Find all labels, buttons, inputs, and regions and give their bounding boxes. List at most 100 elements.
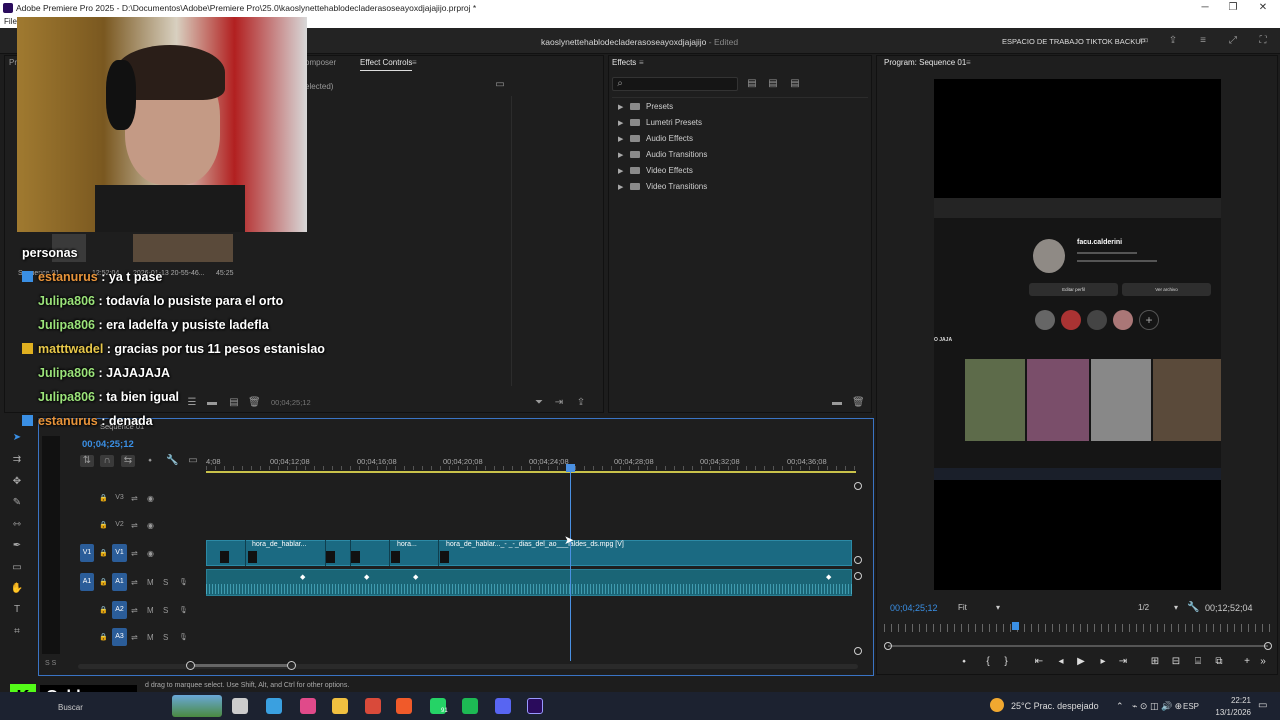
ripple-edit-tool[interactable]: ✥ (9, 474, 25, 490)
app-pink-icon[interactable] (300, 698, 316, 714)
delete-icon[interactable]: 🗑 (852, 397, 865, 409)
effects-folder-item[interactable]: ▶ Video Effects (618, 164, 858, 178)
snap-icon[interactable]: ∩ (100, 455, 114, 467)
sync-lock-icon[interactable]: ⇌ (131, 521, 138, 530)
effects-folder-item[interactable]: ▶ Presets (618, 100, 858, 114)
file-explorer-icon[interactable] (332, 698, 348, 714)
timeline-playhead-line[interactable] (570, 465, 571, 661)
mute-button[interactable]: M (147, 633, 154, 642)
eye-icon[interactable]: ◉ (147, 521, 154, 530)
rectangle-tool[interactable]: ▭ (9, 560, 25, 576)
tab-effects[interactable]: Effects (612, 56, 636, 70)
discord-icon[interactable] (495, 698, 511, 714)
hscroll-thumb[interactable] (186, 661, 296, 670)
track-toggle-v2[interactable]: V2 (112, 516, 127, 534)
step-forward-icon[interactable]: ▸ (1096, 656, 1110, 668)
clip-edit-point[interactable] (389, 540, 390, 566)
timeline-timecode[interactable]: 00;04;25;12 (82, 439, 134, 450)
step-back-icon[interactable]: ◂ (1054, 656, 1068, 668)
chevron-right-icon[interactable]: ▶ (618, 117, 624, 131)
track-toggle-a2[interactable]: A2 (112, 601, 127, 619)
program-playhead[interactable] (1012, 622, 1019, 630)
track-select-tool[interactable]: ⇉ (9, 452, 25, 468)
chevron-right-icon[interactable]: ▶ (618, 149, 624, 163)
fit-dropdown[interactable]: Fit ▾ (958, 601, 1004, 614)
program-menu-icon[interactable]: ≡ (966, 56, 971, 70)
clock-date[interactable]: 13/1/2026 (1201, 708, 1251, 717)
task-view-icon[interactable] (232, 698, 248, 714)
hand-tool[interactable]: ✋ (9, 581, 25, 597)
filter-icon[interactable]: ⏷ (533, 397, 545, 409)
effects-folder-item[interactable]: ▶ Audio Transitions (618, 148, 858, 162)
keyframe-icon[interactable]: ◆ (413, 573, 418, 581)
more-icon[interactable]: » (1256, 656, 1270, 668)
track-toggle-a3[interactable]: A3 (112, 628, 127, 646)
timeline-settings-icon[interactable]: 🔧 (166, 455, 178, 467)
effects-search-input[interactable] (612, 77, 738, 91)
type-tool[interactable]: T (9, 602, 25, 618)
add-button-icon[interactable]: + (1240, 656, 1254, 668)
lock-icon[interactable]: 🔒 (99, 606, 108, 614)
eye-icon[interactable]: ◉ (147, 494, 154, 503)
keyframe-icon[interactable]: ◆ (826, 573, 831, 581)
chevron-right-icon[interactable]: ▶ (618, 133, 624, 147)
toggle-timeline-icon[interactable]: ▭ (493, 79, 507, 91)
workspaces-icon[interactable]: ▭ (1137, 35, 1151, 47)
track-toggle-a1[interactable]: A1 (112, 573, 127, 591)
program-timecode[interactable]: 00;04;25;12 (890, 603, 938, 613)
compare-icon[interactable]: ⧉ (1212, 656, 1226, 668)
lock-icon[interactable]: 🔒 (99, 521, 108, 529)
chevron-right-icon[interactable]: ▶ (618, 165, 624, 179)
overwrite-icon[interactable]: ⊟ (1169, 656, 1183, 668)
add-marker-icon[interactable]: ⬩ (957, 656, 971, 668)
mute-button[interactable]: M (147, 606, 154, 615)
settings-wrench-icon[interactable]: 🔧 (1187, 602, 1199, 614)
expand-icon[interactable]: ⤢ (1226, 35, 1240, 47)
clip-edit-point[interactable] (325, 540, 326, 566)
bin-thumb-clip[interactable] (133, 234, 233, 262)
keyframe-icon[interactable]: ◆ (364, 573, 369, 581)
clip-edit-point[interactable] (438, 540, 439, 566)
32bit-effects-icon[interactable]: ▤ (766, 78, 780, 90)
input-language[interactable]: ESP (1183, 702, 1199, 711)
minimize-button[interactable]: ─ (1190, 0, 1220, 16)
mark-in-icon[interactable]: { (981, 656, 995, 668)
restore-button[interactable]: ❐ (1218, 0, 1248, 16)
brave-icon[interactable] (396, 698, 412, 714)
lock-icon[interactable]: 🔒 (99, 494, 108, 502)
caption-tool[interactable]: ⌗ (9, 624, 25, 640)
clock-time[interactable]: 22:21 (1211, 696, 1251, 705)
chrome-icon[interactable] (365, 698, 381, 714)
quality-dropdown[interactable]: 1/2 ▾ (1138, 601, 1182, 614)
mute-button[interactable]: M (147, 578, 154, 587)
tab-source[interactable]: Pr (9, 56, 17, 70)
clip-edit-point[interactable] (245, 540, 246, 566)
mic-icon[interactable]: 🎙 (179, 633, 188, 641)
sync-lock-icon[interactable]: ⇌ (131, 633, 138, 642)
go-to-out-icon[interactable]: ⇥ (1116, 656, 1130, 668)
eye-icon[interactable]: ◉ (147, 549, 154, 558)
timeline-playhead[interactable] (566, 464, 575, 472)
pen-tool[interactable]: ✒ (9, 538, 25, 554)
tray-chevron-icon[interactable]: ⌃ (1116, 701, 1124, 712)
track-source-patch[interactable]: V1 (80, 544, 94, 562)
new-bin-icon[interactable]: ▬ (831, 397, 843, 409)
insert-icon[interactable]: ⊞ (1148, 656, 1162, 668)
premiere-icon[interactable] (527, 698, 543, 714)
close-button[interactable]: ✕ (1248, 0, 1278, 16)
effects-folder-item[interactable]: ▶ Audio Effects (618, 132, 858, 146)
sync-lock-icon[interactable]: ⇌ (131, 549, 138, 558)
keyframe-icon[interactable]: ◆ (300, 573, 305, 581)
track-source-patch[interactable]: A1 (80, 573, 94, 591)
effects-folder-item[interactable]: ▶ Video Transitions (618, 180, 858, 194)
bin-folder-icon[interactable]: ▬ (206, 397, 218, 409)
mark-out-icon[interactable]: } (999, 656, 1013, 668)
bin-delete-icon[interactable]: 🗑 (248, 397, 261, 409)
export-icon[interactable]: ⇪ (575, 397, 587, 409)
notifications-icon[interactable]: ▭ (1258, 700, 1267, 711)
mic-icon[interactable]: 🎙 (179, 578, 188, 586)
effects-menu-icon[interactable]: ≡ (639, 56, 644, 70)
lock-icon[interactable]: 🔒 (99, 578, 108, 586)
sync-lock-icon[interactable]: ⇌ (131, 606, 138, 615)
add-marker-icon[interactable]: ⬩ (144, 455, 156, 467)
